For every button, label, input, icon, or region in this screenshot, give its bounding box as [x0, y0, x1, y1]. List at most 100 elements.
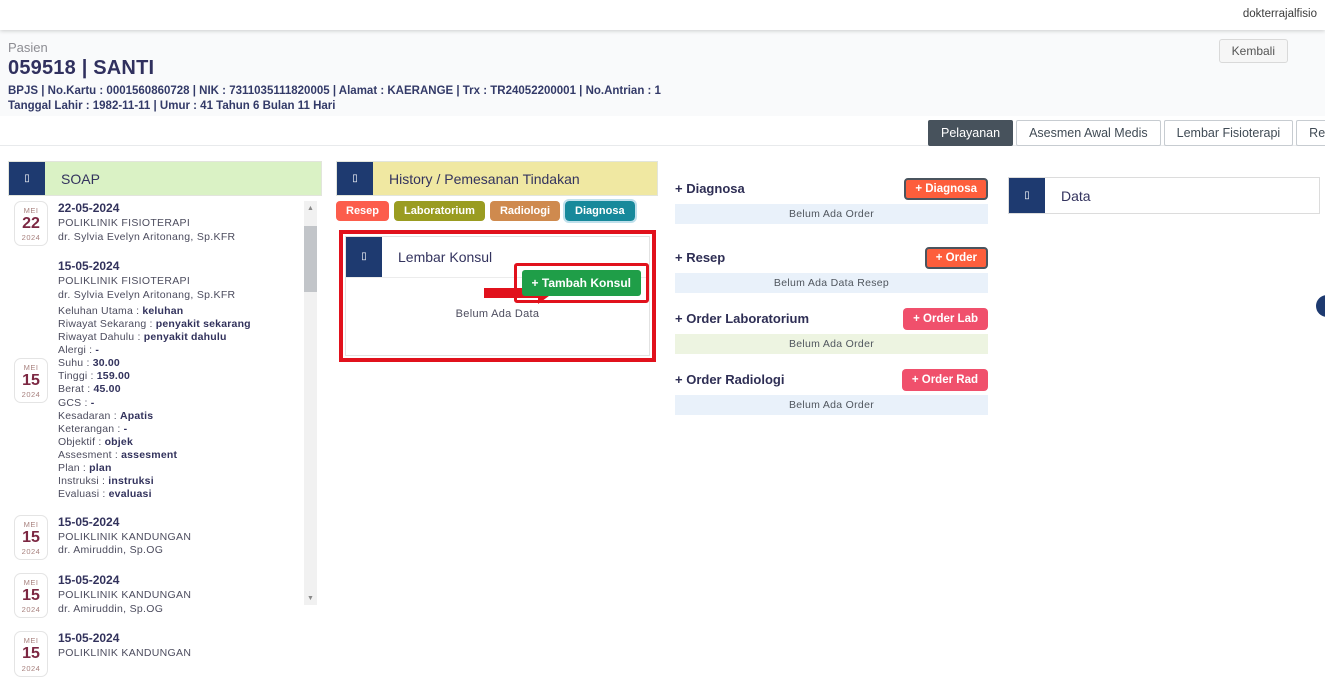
entry-clinic: POLIKLINIK FISIOTERAPI [58, 275, 251, 289]
scroll-up-icon[interactable]: ▲ [304, 201, 317, 215]
date-badge: MEI 15 2024 [14, 515, 48, 560]
top-bar: dokterrajalfisio [0, 0, 1325, 30]
placeholder-icon: ▯ [1024, 191, 1030, 201]
entry-clinic: POLIKLINIK KANDUNGAN [58, 647, 191, 661]
order-radiologi-row: + Order Radiologi + Order Rad [675, 368, 988, 391]
entry-doctor: dr. Amiruddin, Sp.OG [58, 544, 191, 558]
badge-year: 2024 [15, 547, 47, 556]
laboratorium-filter-button[interactable]: Laboratorium [394, 201, 485, 221]
soap-entry[interactable]: MEI 15 2024 15-05-2024 POLIKLINIK KANDUN… [14, 631, 298, 676]
orders-column: + Diagnosa + Diagnosa Belum Ada Order + … [675, 177, 988, 429]
entry-doctor: dr. Sylvia Evelyn Aritonang, Sp.KFR [58, 231, 235, 245]
history-panel-title: History / Pemesanan Tindakan [373, 162, 657, 195]
detail-line: Assesment : assesment [58, 449, 251, 462]
badge-day: 15 [15, 372, 47, 390]
tab-bar: Pelayanan Asesmen Awal Medis Lembar Fisi… [928, 120, 1325, 146]
soap-panel: ▯ SOAP MEI 22 2024 22-05-2024 POLIKLINIK… [8, 161, 322, 616]
soap-panel-icon-box: ▯ [9, 162, 45, 195]
date-badge: MEI 15 2024 [14, 573, 48, 618]
annotation-box-outer: ▯ Lembar Konsul + Tambah Konsul Belum Ad… [339, 230, 656, 362]
badge-day: 15 [15, 645, 47, 663]
badge-month: MEI [15, 578, 47, 587]
soap-panel-header: ▯ SOAP [8, 161, 322, 196]
user-menu[interactable]: dokterrajalfisio [1243, 8, 1317, 20]
entry-doctor: dr. Amiruddin, Sp.OG [58, 603, 191, 617]
diagnosa-filter-button[interactable]: Diagnosa [565, 201, 635, 221]
patient-info-line2: Tanggal Lahir : 1982-11-11 | Umur : 41 T… [8, 100, 1317, 112]
soap-history-list: MEI 22 2024 22-05-2024 POLIKLINIK FISIOT… [8, 197, 322, 656]
resep-filter-button[interactable]: Resep [336, 201, 389, 221]
radiologi-filter-button[interactable]: Radiologi [490, 201, 560, 221]
resep-empty-bar: Belum Ada Data Resep [675, 273, 988, 293]
resep-section-row: + Resep + Order [675, 246, 988, 269]
history-panel-header: ▯ History / Pemesanan Tindakan [336, 161, 658, 196]
detail-line: Evaluasi : evaluasi [58, 488, 251, 501]
badge-month: MEI [15, 520, 47, 529]
detail-line: Riwayat Sekarang : penyakit sekarang [58, 318, 251, 331]
back-button[interactable]: Kembali [1219, 39, 1288, 63]
detail-line: Tinggi : 159.00 [58, 370, 251, 383]
order-laboratorium-section: + Order Laboratorium + Order Lab Belum A… [675, 307, 988, 354]
history-panel-icon-box: ▯ [337, 162, 373, 195]
placeholder-icon: ▯ [24, 174, 30, 184]
history-filter-buttons: Resep Laboratorium Radiologi Diagnosa [336, 201, 658, 221]
entry-clinic: POLIKLINIK KANDUNGAN [58, 531, 191, 545]
soap-scrollbar[interactable]: ▲ ▼ [304, 201, 317, 605]
add-order-lab-button[interactable]: + Order Lab [903, 308, 988, 330]
data-panel-icon-box: ▯ [1009, 178, 1045, 213]
order-radiologi-section: + Order Radiologi + Order Rad Belum Ada … [675, 368, 988, 415]
placeholder-icon: ▯ [361, 252, 367, 262]
diagnosa-section: + Diagnosa + Diagnosa Belum Ada Order [675, 177, 988, 224]
diagnosa-section-row: + Diagnosa + Diagnosa [675, 177, 988, 200]
lembar-konsul-body: + Tambah Konsul Belum Ada Data [346, 278, 649, 355]
badge-year: 2024 [15, 664, 47, 673]
entry-clinic: POLIKLINIK FISIOTERAPI [58, 217, 235, 231]
entry-date: 15-05-2024 [58, 573, 191, 587]
order-radiologi-title: + Order Radiologi [675, 372, 784, 387]
soap-entry[interactable]: MEI 15 2024 15-05-2024 POLIKLINIK FISIOT… [14, 259, 298, 501]
soap-entry[interactable]: MEI 22 2024 22-05-2024 POLIKLINIK FISIOT… [14, 201, 298, 246]
radiologi-empty-bar: Belum Ada Order [675, 395, 988, 415]
entry-date: 22-05-2024 [58, 201, 235, 215]
add-order-resep-button[interactable]: + Order [925, 247, 988, 269]
entry-date: 15-05-2024 [58, 515, 191, 529]
scrollbar-thumb[interactable] [304, 226, 317, 292]
tambah-konsul-button[interactable]: + Tambah Konsul [522, 270, 641, 296]
tab-pelayanan[interactable]: Pelayanan [928, 120, 1013, 146]
add-diagnosa-button[interactable]: + Diagnosa [904, 178, 988, 200]
detail-line: Plan : plan [58, 462, 251, 475]
laboratorium-empty-bar: Belum Ada Order [675, 334, 988, 354]
add-order-rad-button[interactable]: + Order Rad [902, 369, 988, 391]
badge-month: MEI [15, 636, 47, 645]
order-laboratorium-title: + Order Laboratorium [675, 311, 809, 326]
diagnosa-empty-bar: Belum Ada Order [675, 204, 988, 224]
badge-year: 2024 [15, 390, 47, 399]
badge-day: 15 [15, 587, 47, 605]
soap-entry[interactable]: MEI 15 2024 15-05-2024 POLIKLINIK KANDUN… [14, 515, 298, 560]
date-badge: MEI 15 2024 [14, 631, 48, 676]
detail-line: Suhu : 30.00 [58, 357, 251, 370]
order-laboratorium-row: + Order Laboratorium + Order Lab [675, 307, 988, 330]
resep-section-title: + Resep [675, 250, 725, 265]
tab-lembar-fisioterapi[interactable]: Lembar Fisioterapi [1164, 120, 1294, 146]
badge-year: 2024 [15, 605, 47, 614]
detail-line: Keterangan : - [58, 423, 251, 436]
tab-asesmen-awal-medis[interactable]: Asesmen Awal Medis [1016, 120, 1161, 146]
detail-line: Kesadaran : Apatis [58, 410, 251, 423]
data-panel-title: Data [1045, 178, 1319, 213]
scroll-down-icon[interactable]: ▼ [304, 591, 317, 605]
date-badge: MEI 22 2024 [14, 201, 48, 246]
floating-action-button[interactable] [1316, 295, 1325, 317]
badge-year: 2024 [15, 233, 47, 242]
lembar-konsul-panel: ▯ Lembar Konsul + Tambah Konsul Belum Ad… [345, 236, 650, 356]
entry-date: 15-05-2024 [58, 631, 191, 645]
tab-resume-medis[interactable]: Resume Medis [1296, 120, 1325, 146]
diagnosa-section-title: + Diagnosa [675, 181, 745, 196]
badge-day: 15 [15, 529, 47, 547]
patient-section-label: Pasien [8, 40, 1317, 55]
badge-month: MEI [15, 363, 47, 372]
resep-section: + Resep + Order Belum Ada Data Resep [675, 246, 988, 293]
patient-info-line1: BPJS | No.Kartu : 0001560860728 | NIK : … [8, 85, 1317, 97]
placeholder-icon: ▯ [352, 174, 358, 184]
soap-entry[interactable]: MEI 15 2024 15-05-2024 POLIKLINIK KANDUN… [14, 573, 298, 618]
